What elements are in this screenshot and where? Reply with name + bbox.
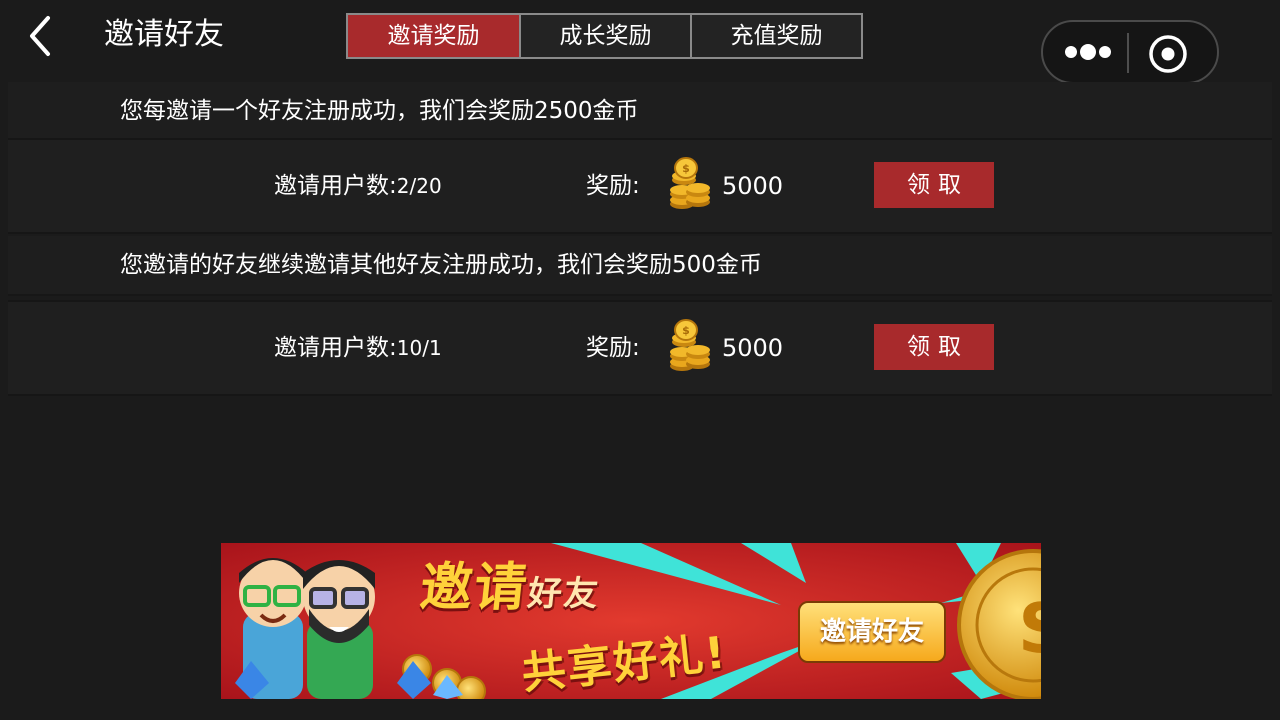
banner-title-small: 好友 [525, 574, 602, 614]
svg-text:$: $ [682, 162, 690, 175]
page-title: 邀请好友 [104, 17, 224, 52]
reward-amount: 5000 [722, 334, 784, 362]
rule-description: 您邀请的好友继续邀请其他好友注册成功，我们会奖励500金币 [120, 252, 762, 278]
svg-text:$: $ [682, 324, 690, 337]
invite-count-value: 2/20 [396, 174, 442, 198]
capsule-divider [1127, 33, 1129, 73]
rule-description-row: 您邀请的好友继续邀请其他好友注册成功，我们会奖励500金币 [8, 236, 1272, 296]
gold-coins-icon: $ [670, 157, 710, 209]
more-dots-icon [1065, 44, 1111, 60]
tab-recharge-reward[interactable]: 充值奖励 [690, 15, 861, 57]
invite-count-value: 10/1 [396, 336, 442, 360]
target-close-icon [1149, 35, 1187, 73]
invite-count-field: 邀请用户数:2/20 [274, 140, 442, 232]
tab-invite-reward[interactable]: 邀请奖励 [348, 15, 519, 57]
rule-description: 您每邀请一个好友注册成功，我们会奖励2500金币 [120, 98, 639, 124]
chevron-left-icon [30, 16, 50, 56]
reward-row: 邀请用户数:10/1 奖励: $ 5000 领取 [8, 300, 1272, 396]
invite-count-label: 邀请用户数: [274, 335, 397, 361]
tab-bar: 邀请奖励 成长奖励 充值奖励 [346, 13, 863, 59]
close-button[interactable] [1147, 33, 1189, 75]
claim-button[interactable]: 领取 [874, 162, 994, 208]
mini-program-capsule [1041, 20, 1219, 84]
reward-row: 邀请用户数:2/20 奖励: $ 5000 领取 [8, 138, 1272, 234]
banner-title: 邀请好友 [417, 545, 605, 620]
claim-button[interactable]: 领取 [874, 324, 994, 370]
rule-description-row: 您每邀请一个好友注册成功，我们会奖励2500金币 [8, 82, 1272, 142]
tab-growth-reward[interactable]: 成长奖励 [519, 15, 690, 57]
invite-banner[interactable]: $ [221, 543, 1041, 699]
banner-invite-button[interactable]: 邀请好友 [798, 601, 946, 663]
gold-coins-icon: $ [670, 319, 710, 371]
reward-label: 奖励: [586, 173, 640, 199]
reward-amount: 5000 [722, 172, 784, 200]
invite-friends-page: 邀请好友 邀请奖励 成长奖励 充值奖励 您每邀请一个好友注册成功，我们会奖励25… [0, 0, 1280, 720]
header: 邀请好友 邀请奖励 成长奖励 充值奖励 [0, 0, 1280, 84]
svg-text:$: $ [1017, 579, 1041, 672]
invite-count-field: 邀请用户数:10/1 [274, 302, 442, 394]
reward-label: 奖励: [586, 335, 640, 361]
invite-count-label: 邀请用户数: [274, 173, 397, 199]
more-button[interactable] [1059, 32, 1121, 72]
banner-title-main: 邀请 [417, 558, 532, 618]
back-button[interactable] [22, 14, 62, 58]
